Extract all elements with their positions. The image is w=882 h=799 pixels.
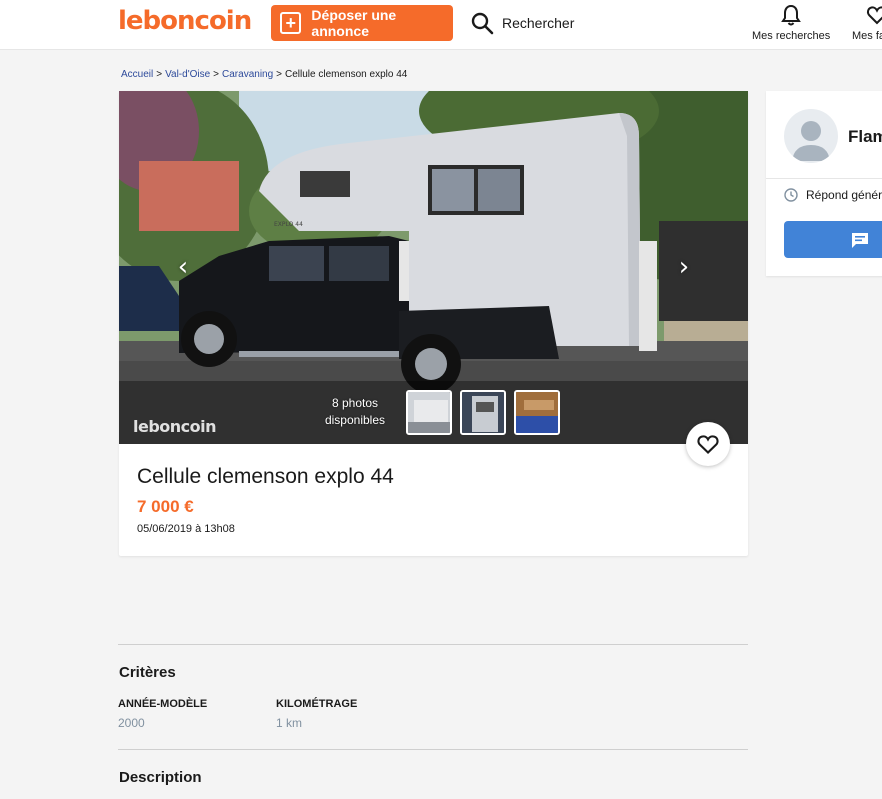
user-icon [792, 121, 830, 161]
ad-photo[interactable]: EXPLO 44 ‹ › leboncoin 8 photos disponib… [119, 91, 748, 444]
favorite-button[interactable] [686, 422, 730, 466]
seller-avatar[interactable] [784, 109, 838, 163]
header: leboncoin + Déposer une annonce Recherch… [0, 0, 882, 50]
section-divider [118, 749, 748, 750]
ad-date: 05/06/2019 à 13h08 [137, 523, 235, 535]
search-icon [471, 12, 494, 35]
my-searches-link[interactable]: Mes recherches [752, 4, 830, 42]
photo-count-available: disponibles [324, 413, 386, 427]
ad-price: 7 000 € [137, 497, 194, 516]
previous-photo-arrow[interactable]: ‹ [173, 253, 193, 281]
deposit-ad-label: Déposer une annonce [311, 7, 397, 39]
my-favorites-label: Mes favoris [852, 30, 882, 42]
next-photo-arrow[interactable]: › [674, 253, 694, 281]
photo-thumbnail-1[interactable] [406, 390, 452, 435]
search-label: Rechercher [502, 15, 575, 31]
message-icon [852, 232, 868, 248]
clock-icon [784, 188, 798, 202]
seller-name[interactable]: Flamand [848, 127, 882, 147]
leboncoin-logo[interactable]: leboncoin [118, 6, 252, 36]
breadcrumb-current: Cellule clemenson explo 44 [285, 69, 408, 80]
response-time: Répond généralement [784, 188, 882, 202]
criteria-value-year: 2000 [118, 716, 145, 730]
my-searches-label: Mes recherches [752, 30, 831, 42]
photo-count: 8 photos disponibles [305, 395, 405, 429]
ad-title: Cellule clemenson explo 44 [137, 465, 394, 488]
ad-card: EXPLO 44 ‹ › leboncoin 8 photos disponib… [119, 91, 748, 556]
photo-count-number: 8 photos [331, 396, 379, 410]
response-time-label: Répond généralement [806, 188, 882, 202]
bell-icon [781, 4, 801, 26]
search-link[interactable]: Rechercher [470, 10, 574, 36]
photo-watermark: leboncoin [133, 417, 217, 436]
photo-thumbnail-3[interactable] [514, 390, 560, 435]
breadcrumb-home[interactable]: Accueil [121, 69, 153, 80]
seller-card: Flamand Répond généralement [766, 91, 882, 276]
heart-icon [697, 435, 719, 454]
send-message-button[interactable] [784, 221, 882, 258]
criteria-label-year: ANNÉE-MODÈLE [118, 698, 208, 710]
section-divider [118, 644, 748, 645]
my-favorites-link[interactable]: Mes favoris [852, 4, 882, 42]
breadcrumb-category[interactable]: Caravaning [222, 69, 273, 80]
plus-icon: + [280, 12, 302, 34]
criteria-title: Critères [119, 664, 176, 681]
photo-thumbnail-2[interactable] [460, 390, 506, 435]
criteria-value-mileage: 1 km [276, 716, 303, 730]
deposit-ad-button[interactable]: + Déposer une annonce [271, 5, 453, 41]
breadcrumb: Accueil > Val-d'Oise > Caravaning > Cellule cl… [121, 69, 408, 80]
camper-label: EXPLO 44 [274, 221, 303, 228]
heart-icon [866, 6, 882, 25]
criteria-label-mileage: KILOMÉTRAGE [276, 698, 358, 710]
breadcrumb-region[interactable]: Val-d'Oise [165, 69, 210, 80]
seller-divider [766, 178, 882, 179]
description-title: Description [119, 769, 202, 786]
